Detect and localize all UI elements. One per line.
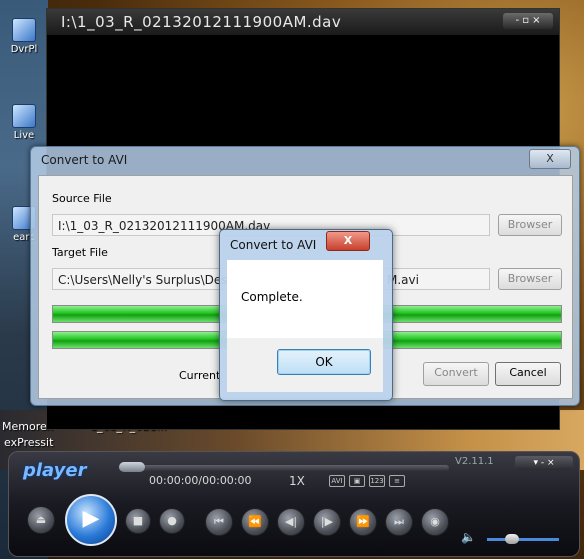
cancel-button[interactable]: Cancel bbox=[495, 362, 561, 386]
convert-dialog-title: Convert to AVI bbox=[41, 153, 128, 167]
seek-bar[interactable] bbox=[119, 465, 449, 471]
player-control-bar: player 00:00:00/00:00:00 1X AVI ▣ 123 ≡ … bbox=[8, 451, 580, 557]
current-label: Current bbox=[179, 369, 221, 382]
menu-icon[interactable]: ≡ bbox=[389, 475, 405, 487]
step-forward-icon[interactable]: |▶ bbox=[313, 508, 341, 536]
step-back-icon[interactable]: ◀| bbox=[277, 508, 305, 536]
avi-icon[interactable]: AVI bbox=[329, 475, 345, 487]
snapshot-icon[interactable]: ◉ bbox=[421, 508, 449, 536]
desktop-label-expressit[interactable]: exPressit bbox=[4, 436, 53, 449]
player-window-controls[interactable]: - ▫ × bbox=[503, 13, 553, 29]
seek-handle[interactable] bbox=[119, 462, 145, 472]
volume-icon[interactable]: 🔈 bbox=[461, 530, 476, 544]
player-logo: player bbox=[23, 460, 87, 481]
convert-dialog-close-button[interactable]: X bbox=[529, 149, 571, 169]
record-icon[interactable]: ● bbox=[159, 508, 185, 534]
time-display: 00:00:00/00:00:00 bbox=[149, 474, 252, 487]
stop-icon[interactable]: ■ bbox=[125, 508, 151, 534]
app-icon bbox=[12, 18, 36, 42]
app-icon bbox=[12, 104, 36, 128]
message-box-title: Convert to AVI bbox=[230, 238, 317, 252]
fullscreen-icon[interactable]: ▣ bbox=[349, 475, 365, 487]
source-file-label: Source File bbox=[52, 192, 112, 205]
message-box-body: Complete. bbox=[227, 260, 383, 338]
fast-forward-icon[interactable]: ⏩ bbox=[349, 508, 377, 536]
control-bar-window-controls[interactable]: ▾ - × bbox=[515, 456, 573, 470]
message-text: Complete. bbox=[241, 290, 303, 304]
version-label: V2.11.1 bbox=[455, 456, 494, 467]
speed-display: 1X bbox=[289, 474, 305, 488]
player-title: I:\1_03_R_02132012111900AM.dav bbox=[61, 13, 342, 31]
desktop-icon-live[interactable]: Live bbox=[4, 104, 44, 141]
target-file-value: C:\Users\Nelly's Surplus\Deskt bbox=[58, 273, 240, 287]
eject-icon[interactable]: ⏏ bbox=[27, 506, 55, 534]
player-title-bar[interactable]: I:\1_03_R_02132012111900AM.dav - ▫ × bbox=[47, 9, 559, 35]
source-browse-button[interactable]: Browser bbox=[498, 214, 562, 236]
skip-start-icon[interactable]: ⏮ bbox=[205, 508, 233, 536]
desktop-icon-label: Live bbox=[13, 130, 35, 141]
message-box-close-button[interactable]: X bbox=[326, 231, 370, 251]
convert-button[interactable]: Convert bbox=[423, 362, 489, 386]
complete-message-box: Convert to AVI X Complete. OK bbox=[219, 229, 393, 401]
skip-end-icon[interactable]: ⏭ bbox=[385, 508, 413, 536]
desktop-icon-label: DvrPl bbox=[10, 44, 38, 55]
play-icon[interactable]: ▶ bbox=[65, 494, 117, 546]
desktop-icon-dvrpl[interactable]: DvrPl bbox=[4, 18, 44, 55]
volume-handle[interactable] bbox=[505, 534, 520, 544]
counter-icon[interactable]: 123 bbox=[369, 475, 385, 487]
target-browse-button[interactable]: Browser bbox=[498, 268, 562, 290]
ok-button[interactable]: OK bbox=[277, 349, 371, 375]
rewind-icon[interactable]: ⏪ bbox=[241, 508, 269, 536]
volume-slider[interactable] bbox=[487, 538, 559, 541]
target-file-label: Target File bbox=[52, 246, 108, 259]
